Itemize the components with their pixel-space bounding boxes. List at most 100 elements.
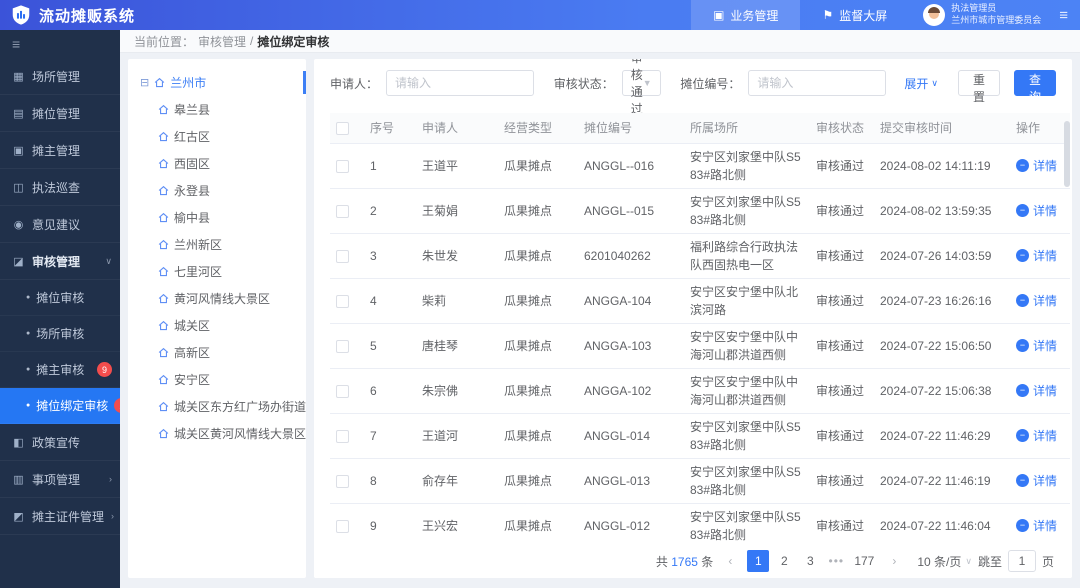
tree-node[interactable]: 皋兰县 — [128, 96, 306, 123]
tree-node[interactable]: 城关区 — [128, 312, 306, 339]
vendor-icon: ▣ — [12, 144, 25, 157]
tree-node[interactable]: 红古区 — [128, 123, 306, 150]
tree-node[interactable]: 七里河区 — [128, 258, 306, 285]
region-tree-panel: ⊟ 兰州市 皋兰县红古区西固区永登县榆中县兰州新区七里河区黄河风情线大景区城关区… — [128, 59, 306, 578]
page-button[interactable]: 2 — [773, 550, 795, 572]
sidebar-item-matters[interactable]: ▥事项管理› — [0, 461, 120, 498]
scrollbar-thumb[interactable] — [1064, 121, 1070, 187]
detail-icon: − — [1016, 339, 1029, 352]
cell-venue: 安宁区安宁堡中队北滨河路 — [684, 278, 810, 323]
detail-icon: − — [1016, 429, 1029, 442]
prev-page-icon[interactable]: ‹ — [719, 550, 741, 572]
cell-status: 审核通过 — [810, 188, 874, 233]
home-icon — [158, 320, 169, 331]
tree-node[interactable]: 城关区黄河风情线大景区街道 — [128, 420, 306, 447]
detail-link[interactable]: −详情 — [1016, 382, 1057, 399]
sidebar-subitem[interactable]: ●摊主审核9 — [0, 352, 120, 388]
detail-link[interactable]: −详情 — [1016, 292, 1057, 309]
sidebar-collapse-icon[interactable]: ≡ — [0, 30, 120, 58]
tree-node[interactable]: 永登县 — [128, 177, 306, 204]
cell-venue: 福利路综合行政执法队西固热电一区 — [684, 233, 810, 278]
tree-root-node[interactable]: ⊟ 兰州市 — [128, 69, 306, 96]
row-checkbox[interactable] — [336, 475, 349, 488]
sidebar-item-certificates[interactable]: ◩摊主证件管理› — [0, 498, 120, 535]
nav-business-management[interactable]: ▣ 业务管理 — [691, 0, 800, 30]
tree-node[interactable]: 高新区 — [128, 339, 306, 366]
search-button[interactable]: 查询 — [1014, 70, 1056, 96]
detail-link[interactable]: −详情 — [1016, 517, 1057, 534]
select-all-checkbox[interactable] — [336, 122, 349, 135]
detail-link[interactable]: −详情 — [1016, 472, 1057, 489]
detail-link[interactable]: −详情 — [1016, 202, 1057, 219]
cell-status: 审核通过 — [810, 233, 874, 278]
app-title: 流动摊贩系统 — [39, 5, 135, 26]
detail-link[interactable]: −详情 — [1016, 337, 1057, 354]
sidebar-item-label: 审核管理 — [32, 253, 80, 270]
table-row: 9王兴宏瓜果摊点ANGGL-012安宁区刘家堡中队S583#路北侧审核通过202… — [330, 503, 1070, 544]
detail-link[interactable]: −详情 — [1016, 427, 1057, 444]
row-checkbox[interactable] — [336, 295, 349, 308]
count-badge: 9 — [97, 362, 112, 377]
sidebar-item-stalls[interactable]: ▤ 摊位管理 — [0, 95, 120, 132]
tree-node[interactable]: 西固区 — [128, 150, 306, 177]
sidebar-subitem[interactable]: ●摊位绑定审核1 — [0, 388, 120, 424]
sidebar-item-feedback[interactable]: ◉意见建议 — [0, 206, 120, 243]
app-window: 流动摊贩系统 ▣ 业务管理 ⚑ 监督大屏 执法管理员 兰州市城市管理委员会 ≡ — [0, 0, 1080, 588]
sidebar-item-vendors[interactable]: ▣摊主管理 — [0, 132, 120, 169]
tree-node[interactable]: 黄河风情线大景区 — [128, 285, 306, 312]
stall-no-input[interactable] — [748, 70, 886, 96]
cell-stall-no: ANGGA-102 — [578, 368, 684, 413]
page-size-select[interactable]: 10 条/页 ∨ — [917, 553, 972, 570]
menu-icon[interactable]: ≡ — [1055, 7, 1080, 24]
page-button[interactable]: 3 — [799, 550, 821, 572]
reset-button[interactable]: 重置 — [958, 70, 1000, 96]
row-checkbox[interactable] — [336, 385, 349, 398]
sidebar-subitem-label: 摊位绑定审核 — [36, 397, 108, 414]
sidebar-subitem[interactable]: ●场所审核 — [0, 316, 120, 352]
home-icon — [158, 293, 169, 304]
jump-page-input[interactable] — [1008, 550, 1036, 572]
cell-time: 2024-07-22 11:46:04 — [874, 503, 1010, 544]
page-button[interactable]: 1 — [747, 550, 769, 572]
row-checkbox[interactable] — [336, 250, 349, 263]
status-select[interactable]: 审核通过 ▼ — [622, 70, 661, 96]
audit-table: 序号申请人经营类型摊位编号所属场所审核状态提交审核时间操作 1王道平瓜果摊点AN… — [314, 107, 1072, 544]
cell-stall-no: ANGGL-012 — [578, 503, 684, 544]
cell-no: 5 — [364, 323, 416, 368]
sidebar-item-places[interactable]: ▦场所管理 — [0, 58, 120, 95]
sidebar-item-audit[interactable]: ◪审核管理∨ — [0, 243, 120, 280]
stall-icon: ▤ — [12, 107, 25, 120]
nav-monitor-screen[interactable]: ⚑ 监督大屏 — [800, 0, 909, 30]
tree-node[interactable]: 榆中县 — [128, 204, 306, 231]
detail-link[interactable]: −详情 — [1016, 157, 1057, 174]
next-page-icon[interactable]: › — [883, 550, 905, 572]
user-info[interactable]: 执法管理员 兰州市城市管理委员会 — [909, 3, 1055, 26]
cell-type: 瓜果摊点 — [498, 458, 578, 503]
sidebar-item-policy[interactable]: ◧政策宣传 — [0, 424, 120, 461]
table-header-row: 序号申请人经营类型摊位编号所属场所审核状态提交审核时间操作 — [330, 113, 1070, 143]
sidebar-item-patrol[interactable]: ◫执法巡查 — [0, 169, 120, 206]
applicant-input[interactable] — [386, 70, 534, 96]
row-checkbox[interactable] — [336, 520, 349, 533]
home-icon — [158, 347, 169, 358]
cell-type: 瓜果摊点 — [498, 143, 578, 188]
tree-node[interactable]: 城关区东方红广场办街道 — [128, 393, 306, 420]
row-checkbox[interactable] — [336, 340, 349, 353]
cell-stall-no: ANGGA-103 — [578, 323, 684, 368]
row-checkbox[interactable] — [336, 430, 349, 443]
page-button[interactable]: 177 — [851, 550, 877, 572]
detail-link[interactable]: −详情 — [1016, 247, 1057, 264]
expand-filters-link[interactable]: 展开 ∨ — [904, 75, 938, 92]
column-header: 摊位编号 — [578, 113, 684, 143]
cell-status: 审核通过 — [810, 413, 874, 458]
sidebar-item-label: 摊位管理 — [32, 105, 80, 122]
status-label: 审核状态： — [554, 75, 614, 92]
row-checkbox[interactable] — [336, 160, 349, 173]
sidebar-subitem[interactable]: ●摊位审核 — [0, 280, 120, 316]
collapse-box-icon[interactable]: ⊟ — [140, 76, 149, 89]
tree-node[interactable]: 安宁区 — [128, 366, 306, 393]
breadcrumb-parent[interactable]: 审核管理 — [198, 33, 246, 50]
avatar — [923, 4, 945, 26]
tree-node[interactable]: 兰州新区 — [128, 231, 306, 258]
row-checkbox[interactable] — [336, 205, 349, 218]
